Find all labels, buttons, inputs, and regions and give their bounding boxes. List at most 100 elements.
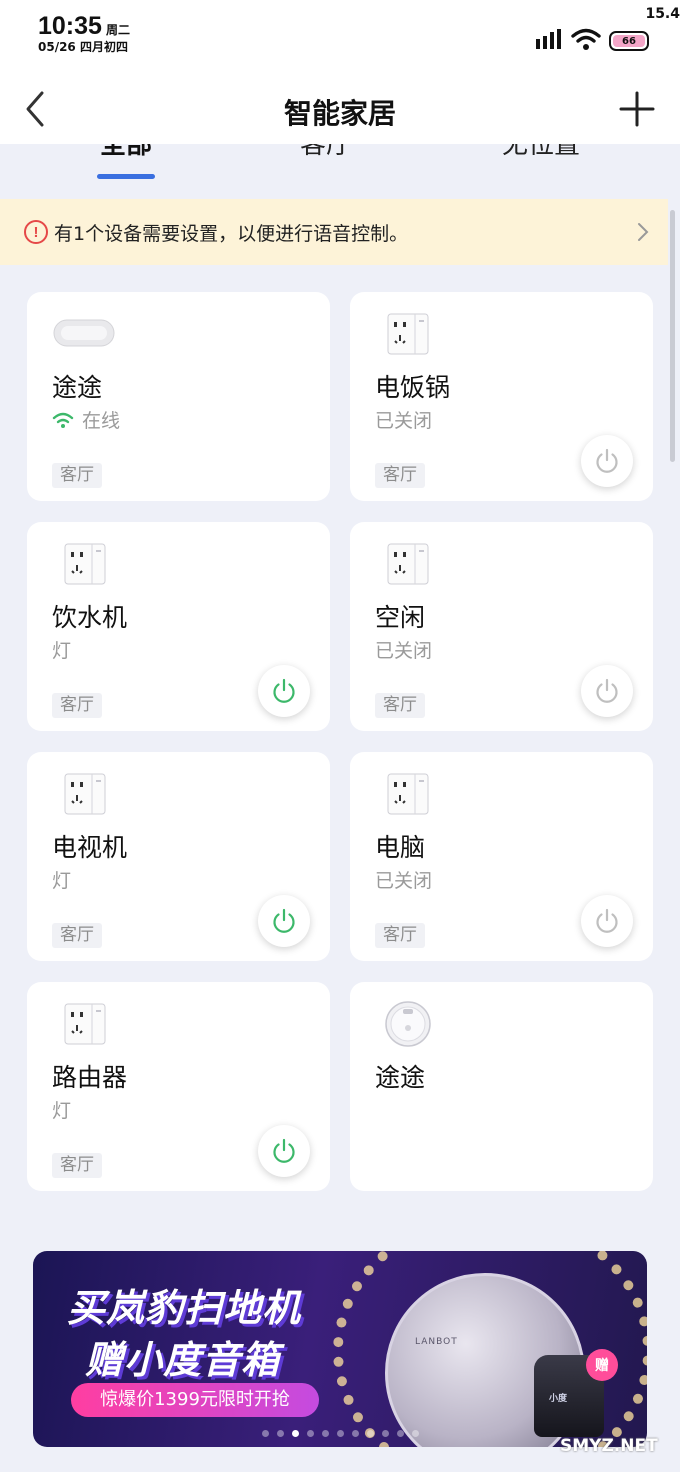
device-name: 途途: [52, 373, 103, 402]
power-button[interactable]: [258, 1125, 310, 1177]
smart-plug-icon: [64, 773, 106, 815]
device-status-text: 在线: [82, 410, 121, 432]
device-status: 已关闭: [375, 866, 432, 893]
device-card[interactable]: 电饭锅 已关闭 客厅: [350, 292, 653, 501]
power-off-icon: [596, 908, 618, 933]
device-status-text: 已关闭: [375, 870, 433, 892]
device-card[interactable]: 电视机 灯 客厅: [27, 752, 330, 961]
smart-plug-icon: [387, 313, 429, 355]
device-name: 路由器: [52, 1063, 128, 1092]
banner-headline: 买岚豹扫地机: [67, 1286, 302, 1330]
cellular-signal-icon: [536, 29, 561, 49]
carousel-dot: [396, 1430, 404, 1437]
promo-banner[interactable]: LANBOT 小度 赠 买岚豹扫地机 赠小度音箱 惊爆价1399元限时开抢: [33, 1251, 647, 1447]
smart-plug-icon: [64, 543, 106, 585]
power-off-icon: [596, 448, 618, 473]
battery-icon: 66: [609, 31, 649, 51]
device-card[interactable]: 空闲 已关闭 客厅: [350, 522, 653, 731]
chevron-right-icon: [638, 223, 649, 241]
online-wifi-icon: [52, 412, 74, 428]
setup-notice[interactable]: ! 有1个设备需要设置，以便进行语音控制。: [0, 199, 668, 265]
room-tag: 客厅: [375, 923, 425, 948]
carousel-dot: [336, 1430, 344, 1437]
smart-plug-icon: [387, 773, 429, 815]
network-speed: 15.4: [645, 6, 680, 22]
smart-plug-icon: [64, 1003, 106, 1045]
device-status-text: 灯: [52, 640, 72, 662]
carousel-dot: [321, 1430, 329, 1437]
device-status: 已关闭: [375, 636, 432, 663]
wifi-icon: [571, 28, 601, 50]
power-on-icon: [273, 908, 295, 933]
power-button[interactable]: [581, 895, 633, 947]
smart-speaker-icon: [53, 319, 115, 347]
room-tabs: 全部 客厅 无位置: [0, 144, 680, 194]
carousel-indicator: [33, 1430, 647, 1437]
device-status: 灯: [52, 636, 71, 663]
notice-text: 有1个设备需要设置，以便进行语音控制。: [54, 222, 409, 245]
status-time: 10:35: [38, 12, 102, 40]
robot-vacuum-icon: [385, 1001, 431, 1047]
room-tag: 客厅: [375, 693, 425, 718]
carousel-dot: [366, 1430, 374, 1437]
banner-price-button[interactable]: 惊爆价1399元限时开抢: [71, 1383, 319, 1417]
carousel-dot: [261, 1430, 269, 1437]
battery-level: 66: [613, 35, 645, 47]
robot-brand: LANBOT: [415, 1337, 458, 1347]
tab-living-room[interactable]: 客厅: [300, 144, 352, 161]
room-tag: 客厅: [52, 693, 102, 718]
device-card[interactable]: 途途: [350, 982, 653, 1191]
tab-indicator: [97, 174, 155, 179]
device-name: 电饭锅: [375, 373, 451, 402]
tab-no-location[interactable]: 无位置: [502, 144, 580, 161]
device-name: 空闲: [375, 603, 426, 632]
device-name: 途途: [375, 1063, 426, 1092]
carousel-dot: [411, 1430, 419, 1437]
device-card[interactable]: 饮水机 灯 客厅: [27, 522, 330, 731]
carousel-dot: [306, 1430, 314, 1437]
room-tag: 客厅: [375, 463, 425, 488]
scrollbar[interactable]: [670, 210, 675, 462]
gift-badge: 赠: [586, 1349, 618, 1381]
device-status: 灯: [52, 1096, 71, 1123]
power-on-icon: [273, 678, 295, 703]
device-status: 灯: [52, 866, 71, 893]
alert-circle-icon: !: [24, 220, 48, 244]
nav-bar: 智能家居: [0, 72, 680, 144]
status-bar: 10:35 周二 05/26 四月初四 15.4 66: [0, 0, 680, 72]
carousel-dot: [381, 1430, 389, 1437]
status-date: 05/26 四月初四: [38, 40, 128, 54]
power-on-icon: [273, 1138, 295, 1163]
power-off-icon: [596, 678, 618, 703]
device-card[interactable]: 电脑 已关闭 客厅: [350, 752, 653, 961]
device-card[interactable]: 路由器 灯 客厅: [27, 982, 330, 1191]
banner-subheadline: 赠小度音箱: [85, 1338, 281, 1382]
carousel-dot: [291, 1430, 299, 1437]
device-status-text: 已关闭: [375, 640, 433, 662]
carousel-dot: [276, 1430, 284, 1437]
device-status-text: 已关闭: [375, 410, 433, 432]
add-icon[interactable]: [618, 90, 656, 128]
room-tag: 客厅: [52, 923, 102, 948]
power-button[interactable]: [581, 665, 633, 717]
device-status: 在线: [52, 406, 120, 433]
power-button[interactable]: [258, 895, 310, 947]
power-button[interactable]: [581, 435, 633, 487]
tab-all[interactable]: 全部: [100, 144, 152, 161]
power-button[interactable]: [258, 665, 310, 717]
page-title: 智能家居: [283, 97, 396, 130]
smart-plug-icon: [387, 543, 429, 585]
watermark: SMYZ.NET: [560, 1436, 658, 1456]
speaker-brand: 小度: [549, 1394, 568, 1404]
device-name: 饮水机: [52, 603, 128, 632]
status-weekday: 周二: [106, 23, 131, 37]
room-tag: 客厅: [52, 1153, 102, 1178]
room-tag: 客厅: [52, 463, 102, 488]
device-name: 电视机: [52, 833, 128, 862]
device-card[interactable]: 途途 在线 客厅: [27, 292, 330, 501]
device-name: 电脑: [375, 833, 426, 862]
device-status-text: 灯: [52, 870, 72, 892]
device-status-text: 灯: [52, 1100, 72, 1122]
device-status: 已关闭: [375, 406, 432, 433]
carousel-dot: [351, 1430, 359, 1437]
